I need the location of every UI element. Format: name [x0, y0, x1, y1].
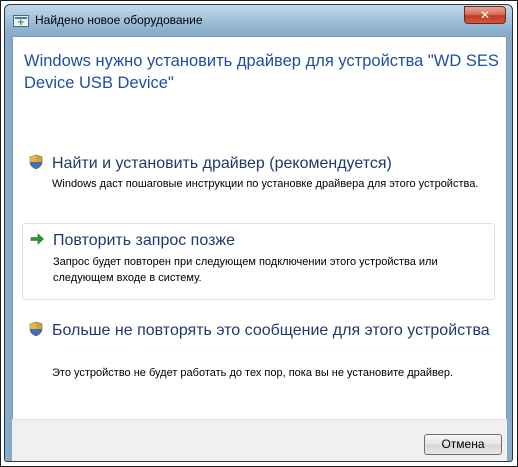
option-description: Запрос будет повторен при следующем подк…	[53, 256, 438, 284]
option-find-install[interactable]: Найти и установить драйвер (рекомендуетс…	[22, 149, 495, 217]
screenshot-frame: + Найдено новое оборудование ✕ Windows н…	[0, 0, 518, 467]
shield-icon	[29, 154, 43, 170]
option-dont-ask[interactable]: Больше не повторять это сообщение для эт…	[22, 315, 495, 411]
dialog-heading: Windows нужно установить драйвер для уст…	[24, 52, 499, 92]
window-title: Найдено новое оборудование	[35, 13, 203, 27]
option-description: Windows даст пошаговые инструкции по уст…	[52, 178, 479, 190]
title-bar[interactable]: + Найдено новое оборудование ✕	[5, 5, 512, 35]
close-button[interactable]: ✕	[464, 6, 506, 24]
dialog-footer: Отмена	[12, 419, 507, 461]
arrow-right-icon	[30, 233, 44, 245]
option-ask-later[interactable]: Повторить запрос позже Запрос будет повт…	[22, 223, 495, 300]
option-description: Это устройство не будет работать до тех …	[52, 367, 454, 379]
shield-icon	[29, 321, 43, 337]
option-title: Больше не повторять это сообщение для эт…	[52, 322, 490, 339]
option-title: Повторить запрос позже	[53, 232, 235, 249]
option-title: Найти и установить драйвер (рекомендуетс…	[52, 155, 392, 172]
dialog-content: Windows нужно установить драйвер для уст…	[12, 36, 507, 420]
cancel-button[interactable]: Отмена	[424, 434, 502, 455]
dialog-window: + Найдено новое оборудование ✕ Windows н…	[4, 4, 513, 462]
hardware-icon: +	[13, 15, 29, 28]
